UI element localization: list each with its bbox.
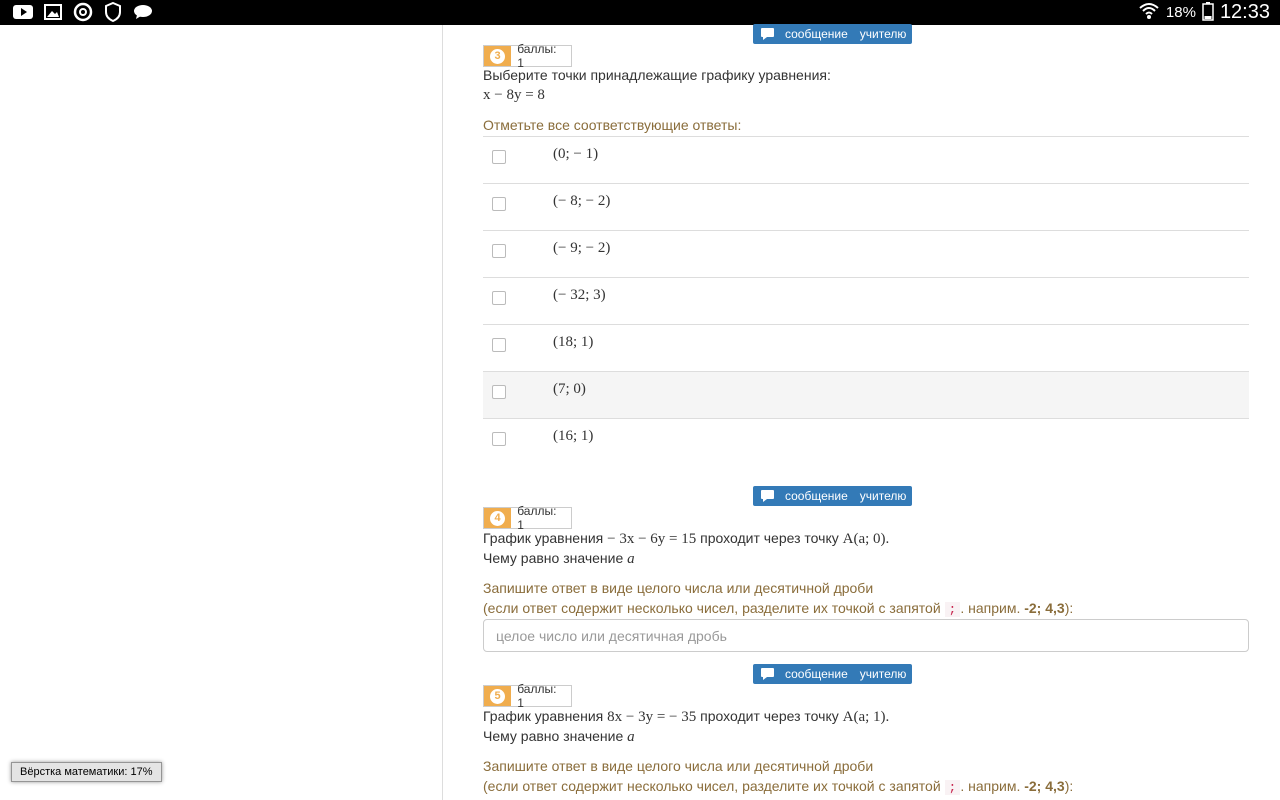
hint-code: ;	[944, 780, 961, 795]
hint-line: (если ответ содержит несколько чисел, ра…	[483, 776, 1073, 798]
hint-example: -2; 4,3	[1024, 600, 1065, 616]
email-at-icon	[72, 2, 94, 22]
answer-format-hint: Запишите ответ в виде целого числа или д…	[483, 756, 1073, 798]
youtube-icon	[12, 3, 34, 21]
chat-bubble-icon	[132, 3, 154, 21]
battery-icon	[1202, 1, 1214, 25]
comment-icon	[761, 668, 775, 680]
checkbox[interactable]	[492, 150, 506, 164]
question-equation: x − 8y = 8	[483, 87, 545, 103]
status-right: 18% 12:33	[1138, 0, 1270, 25]
answer-option[interactable]: (− 8; − 2)	[483, 183, 1249, 230]
message-button-label: сообщение	[785, 27, 848, 41]
question-subtext: Чему равно значение a	[483, 548, 635, 569]
question-header: 5 баллы: 1	[483, 682, 572, 710]
message-button-label: сообщение	[785, 667, 848, 681]
variable: a	[627, 729, 635, 745]
option-label: (18; 1)	[553, 334, 594, 350]
hint-part: (если ответ содержит несколько чисел, ра…	[483, 600, 945, 616]
hint-part: . наприм.	[960, 778, 1025, 794]
answer-format-hint: Запишите ответ в виде целого числа или д…	[483, 578, 1073, 620]
checkbox[interactable]	[492, 385, 506, 399]
wifi-icon	[1138, 2, 1160, 24]
question-number: 4	[490, 510, 506, 526]
message-teacher-button[interactable]: сообщение учителю	[753, 24, 912, 44]
answer-option[interactable]: (18; 1)	[483, 324, 1249, 371]
message-button-label-2: учителю	[859, 667, 907, 681]
hand-shield-icon	[102, 2, 124, 22]
hint-line: Запишите ответ в виде целого числа или д…	[483, 580, 874, 596]
text-part: проходит через точку	[696, 530, 843, 546]
hint-part: (если ответ содержит несколько чисел, ра…	[483, 778, 945, 794]
hint-part: ):	[1064, 600, 1074, 616]
clock: 12:33	[1219, 1, 1270, 23]
question-text: Выберите точки принадлежащие графику ура…	[483, 67, 831, 83]
variable: a	[627, 551, 635, 567]
option-label: (0; − 1)	[553, 146, 599, 162]
notification-icons	[12, 2, 154, 22]
question-header: 3 баллы: 1	[483, 42, 572, 70]
message-button-label-2: учителю	[859, 27, 907, 41]
message-button-label: сообщение	[785, 489, 848, 503]
hint-part: . наприм.	[960, 600, 1025, 616]
question-subtext: Чему равно значение a	[483, 726, 635, 747]
point: A(a; 1).	[842, 709, 890, 725]
question-number: 3	[490, 48, 506, 64]
answer-input[interactable]	[483, 619, 1249, 652]
question-text: График уравнения − 3x − 6y = 15 проходит…	[483, 528, 889, 549]
option-label: (− 8; − 2)	[553, 193, 611, 209]
answer-option[interactable]: (16; 1)	[483, 418, 1249, 465]
text-part: проходит через точку	[696, 708, 843, 724]
text-part: График уравнения	[483, 530, 608, 546]
answer-option[interactable]: (− 32; 3)	[483, 277, 1249, 324]
option-label: (− 9; − 2)	[553, 240, 611, 256]
hint-code: ;	[944, 602, 961, 617]
option-label: (− 32; 3)	[553, 287, 606, 303]
hint-line: (если ответ содержит несколько чисел, ра…	[483, 598, 1073, 620]
checkbox[interactable]	[492, 244, 506, 258]
math-rendering-status: Вёрстка математики: 17%	[11, 762, 162, 782]
message-teacher-button[interactable]: сообщение учителю	[753, 664, 912, 684]
text-part: График уравнения	[483, 708, 608, 724]
column-divider	[442, 25, 443, 800]
hint-example: -2; 4,3	[1024, 778, 1065, 794]
equation: − 3x − 6y = 15	[607, 531, 697, 547]
point: A(a; 0).	[842, 531, 890, 547]
gallery-icon	[42, 3, 64, 21]
message-button-label-2: учителю	[859, 489, 907, 503]
option-label: (7; 0)	[553, 381, 586, 397]
checkbox[interactable]	[492, 291, 506, 305]
hint-line: Запишите ответ в виде целого числа или д…	[483, 758, 874, 774]
checkbox[interactable]	[492, 197, 506, 211]
hint-part: ):	[1064, 778, 1074, 794]
android-status-bar: 18% 12:33	[0, 0, 1280, 25]
equation: 8x − 3y = − 35	[607, 709, 697, 725]
text-part: Чему равно значение	[483, 728, 628, 744]
answer-option[interactable]: (7; 0)	[483, 371, 1249, 418]
message-teacher-button[interactable]: сообщение учителю	[753, 486, 912, 506]
question-hint: Отметьте все соответствующие ответы:	[483, 117, 742, 133]
checkbox[interactable]	[492, 338, 506, 352]
answer-option[interactable]: (− 9; − 2)	[483, 230, 1249, 277]
question-text: График уравнения 8x − 3y = − 35 проходит…	[483, 706, 889, 727]
option-label: (16; 1)	[553, 428, 594, 444]
text-part: Чему равно значение	[483, 550, 628, 566]
comment-icon	[761, 490, 775, 502]
checkbox[interactable]	[492, 432, 506, 446]
comment-icon	[761, 28, 775, 40]
question-number: 5	[490, 688, 506, 704]
question-header: 4 баллы: 1	[483, 504, 572, 532]
battery-percent: 18%	[1165, 4, 1196, 21]
answer-option[interactable]: (0; − 1)	[483, 136, 1249, 183]
